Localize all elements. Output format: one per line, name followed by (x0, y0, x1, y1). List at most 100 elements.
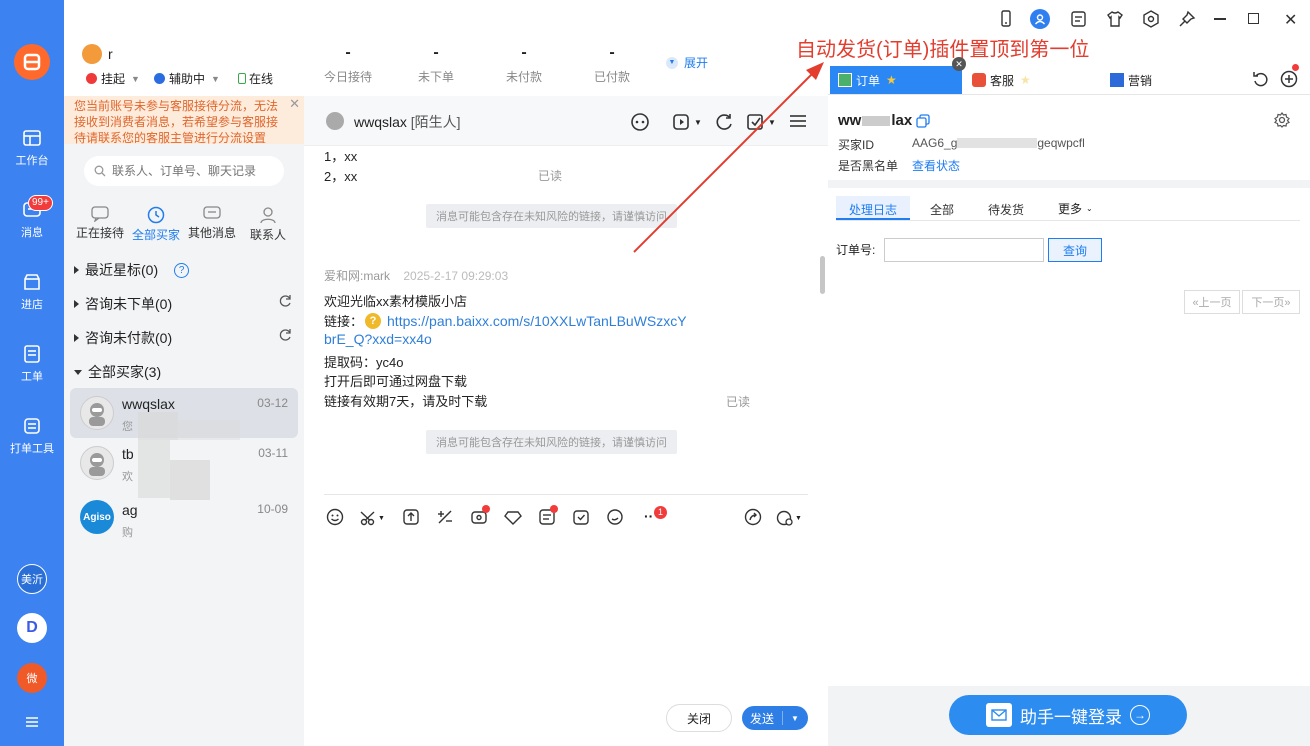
maximize-icon[interactable] (1248, 13, 1259, 24)
app-weibo[interactable]: 微 (17, 663, 47, 693)
close-button[interactable]: 关闭 (666, 704, 732, 732)
discount-icon[interactable] (436, 508, 456, 528)
query-button[interactable]: 查询 (1048, 238, 1102, 262)
buyer-id-end: geqwpcfl (1037, 136, 1085, 150)
rail-print[interactable]: 打单工具 (0, 416, 64, 456)
send-button[interactable]: 发送 ▼ (742, 706, 808, 730)
subtab-pending[interactable]: 待发货 (988, 201, 1024, 218)
status-hangup[interactable]: 挂起 ▼ (86, 70, 140, 87)
stat-value: - (433, 44, 439, 61)
rail-workbench[interactable]: 工作台 (0, 128, 64, 168)
stat-unpaid: - 未付款 (494, 44, 554, 85)
add-icon[interactable] (1280, 64, 1299, 88)
divider (828, 94, 1310, 95)
conversation-item[interactable]: Agiso ag 10-09 购 (70, 494, 298, 544)
settings-icon[interactable] (1274, 112, 1290, 128)
coupon-icon[interactable] (470, 505, 490, 528)
share-icon[interactable] (744, 508, 764, 528)
prev-page-label: «上一页 (1192, 297, 1232, 309)
plugin-panel: ✕ 订单 ★ ✕ 客服 ★ 营销 ww lax 买家ID AAG6_g geqw… (828, 0, 1310, 746)
prev-page-button[interactable]: «上一页 (1184, 290, 1240, 314)
emoji-icon[interactable] (326, 508, 346, 528)
caret-right-icon (74, 266, 79, 274)
order-number-input[interactable] (884, 238, 1044, 262)
settings-chat-icon[interactable]: ▼ (776, 508, 806, 528)
avatar[interactable] (82, 44, 102, 64)
rail-ticket[interactable]: 工单 (0, 344, 64, 384)
app-meiyi[interactable]: 美沂 (17, 564, 47, 594)
scrollbar[interactable] (820, 256, 825, 294)
tab-marketing[interactable]: 营销 (1110, 66, 1230, 94)
group-all-buyers[interactable]: 全部买家(3) (74, 362, 161, 382)
login-label: 助手一键登录 (1020, 707, 1122, 727)
privacy-mosaic (138, 412, 178, 440)
phone-icon (238, 73, 246, 84)
left-rail: 工作台 消息 99+ 进店 工单 打单工具 美沂 D 微 (0, 0, 64, 746)
status-online[interactable]: 在线 (238, 70, 273, 87)
reply-icon[interactable] (606, 508, 626, 528)
login-button[interactable]: 助手一键登录 → (949, 695, 1187, 735)
message-text: 链接有效期7天，请及时下载 (324, 394, 488, 409)
app-d[interactable]: D (17, 613, 47, 643)
tab-service[interactable]: 客服 ★ (972, 66, 1092, 94)
phone-icon[interactable] (998, 10, 1014, 28)
cart-check-icon[interactable] (572, 508, 592, 528)
pin-icon[interactable] (1178, 10, 1196, 28)
rail-store[interactable]: 进店 (0, 272, 64, 312)
group-starred[interactable]: 最近星标(0) ? (74, 260, 190, 280)
status-assist-label: 辅助中 (169, 72, 206, 86)
copy-icon[interactable] (916, 113, 930, 128)
undo-icon[interactable] (1252, 70, 1270, 88)
help-icon[interactable]: ? (174, 262, 190, 278)
message-time: 2025-2-17 09:29:03 (403, 269, 509, 283)
more-tools-icon[interactable]: ·· 1 (644, 506, 667, 528)
subtab-log[interactable]: 处理日志 (849, 201, 897, 218)
message-input[interactable] (324, 536, 808, 696)
tab-other-messages[interactable]: 其他消息 (182, 206, 242, 241)
group-unordered[interactable]: 咨询未下单(0) (74, 294, 172, 314)
sender-name: 爱和网:mark (324, 269, 391, 283)
note-icon[interactable] (1070, 10, 1088, 28)
rail-messages[interactable]: 消息 99+ (0, 195, 64, 240)
next-page-button[interactable]: 下一页» (1242, 290, 1300, 314)
tab-receiving[interactable]: 正在接待 (70, 206, 130, 241)
chevron-down-icon[interactable]: ▼ (783, 714, 807, 723)
refresh-icon[interactable] (278, 294, 292, 308)
refresh-icon[interactable] (278, 328, 292, 342)
search-input[interactable] (112, 164, 272, 178)
tab-contacts[interactable]: 联系人 (238, 206, 298, 243)
message-link-cont[interactable]: brE_Q?xxd=xx4o (324, 331, 432, 347)
subtab-more[interactable]: 更多 ⌄ (1058, 200, 1093, 217)
diamond-icon[interactable] (504, 508, 524, 528)
group-unpaid[interactable]: 咨询未付款(0) (74, 328, 172, 348)
account-icon[interactable] (1030, 9, 1050, 29)
close-icon[interactable]: ✕ (289, 96, 300, 112)
shirt-icon[interactable] (1106, 10, 1124, 28)
next-page-label: 下一页» (1251, 297, 1291, 309)
message-link[interactable]: https://pan.baixx.com/s/10XXLwTanLBuWSzx… (387, 313, 687, 329)
minimize-icon[interactable] (1214, 18, 1226, 20)
arrow-right-icon: → (1130, 705, 1150, 725)
menu-icon[interactable] (25, 716, 39, 728)
message-text: 1，xx (324, 149, 358, 164)
chevron-down-icon: ▼ (131, 73, 140, 84)
avatar (326, 112, 344, 130)
close-window-icon[interactable]: ✕ (1284, 10, 1297, 30)
chevron-down-icon: ▼ (211, 73, 220, 84)
upload-icon[interactable] (402, 508, 422, 528)
caret-down-icon (74, 369, 82, 375)
scissors-icon[interactable]: ▼ (360, 508, 386, 528)
subtab-more-label: 更多 (1058, 202, 1083, 216)
blacklist-link[interactable]: 查看状态 (912, 157, 960, 174)
status-assist[interactable]: 辅助中 ▼ (154, 70, 220, 87)
message-text: 2，xx (324, 169, 358, 184)
message-text: 欢迎光临xx素材模版小店 (324, 294, 468, 309)
search-box[interactable] (84, 156, 284, 186)
app-logo[interactable] (14, 44, 50, 80)
settings-hex-icon[interactable] (1142, 10, 1160, 28)
conversation-preview: 您 (122, 421, 133, 433)
tab-all-buyers[interactable]: 全部买家 (126, 206, 186, 243)
subtab-all[interactable]: 全部 (930, 201, 954, 218)
tab-label: 客服 (990, 73, 1015, 88)
order-icon[interactable] (538, 505, 558, 528)
